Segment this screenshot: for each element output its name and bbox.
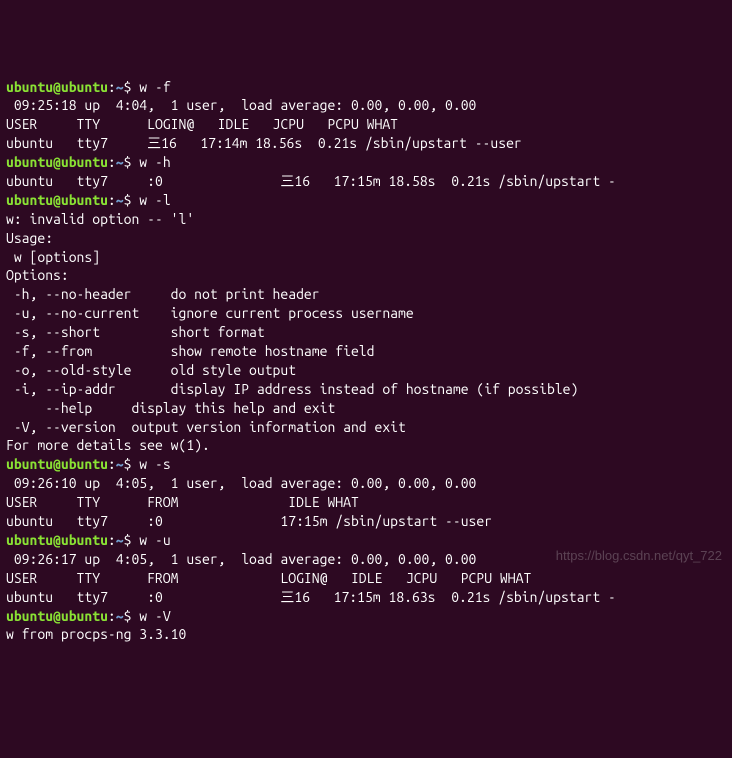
prompt-user-host: ubuntu@ubuntu	[6, 532, 108, 548]
output-line: w [options]	[6, 248, 726, 267]
command-line: ubuntu@ubuntu:~$ w -V	[6, 607, 726, 626]
output-line: 09:25:18 up 4:04, 1 user, load average: …	[6, 96, 726, 115]
watermark-text: https://blog.csdn.net/qyt_722	[556, 547, 722, 565]
prompt-path: ~	[116, 532, 124, 548]
output-line: ubuntu tty7 :0 三16 17:15m 18.58s 0.21s /…	[6, 172, 726, 191]
command-line: ubuntu@ubuntu:~$ w -l	[6, 191, 726, 210]
command-line: ubuntu@ubuntu:~$ w -s	[6, 455, 726, 474]
output-line: --help display this help and exit	[6, 399, 726, 418]
prompt-separator: :	[108, 79, 116, 95]
output-line: -V, --version output version information…	[6, 418, 726, 437]
command-text: w -V	[139, 608, 170, 624]
output-line: 09:26:10 up 4:05, 1 user, load average: …	[6, 474, 726, 493]
command-text: w -u	[139, 532, 170, 548]
output-line: USER TTY LOGIN@ IDLE JCPU PCPU WHAT	[6, 115, 726, 134]
prompt-user-host: ubuntu@ubuntu	[6, 456, 108, 472]
command-text: w -h	[139, 154, 170, 170]
prompt-dollar: $	[124, 192, 140, 208]
prompt-path: ~	[116, 154, 124, 170]
prompt-separator: :	[108, 154, 116, 170]
prompt-dollar: $	[124, 456, 140, 472]
prompt-separator: :	[108, 532, 116, 548]
output-line: ubuntu tty7 :0 17:15m /sbin/upstart --us…	[6, 512, 726, 531]
output-line: -o, --old-style old style output	[6, 361, 726, 380]
prompt-path: ~	[116, 192, 124, 208]
output-line: USER TTY FROM IDLE WHAT	[6, 493, 726, 512]
output-line: For more details see w(1).	[6, 436, 726, 455]
prompt-dollar: $	[124, 532, 140, 548]
prompt-separator: :	[108, 608, 116, 624]
output-line: w from procps-ng 3.3.10	[6, 625, 726, 644]
command-text: w -l	[139, 192, 170, 208]
prompt-user-host: ubuntu@ubuntu	[6, 192, 108, 208]
command-text: w -s	[139, 456, 170, 472]
output-line: -f, --from show remote hostname field	[6, 342, 726, 361]
output-line: Usage:	[6, 229, 726, 248]
prompt-separator: :	[108, 192, 116, 208]
prompt-dollar: $	[124, 154, 140, 170]
output-line: -h, --no-header do not print header	[6, 285, 726, 304]
command-line: ubuntu@ubuntu:~$ w -h	[6, 153, 726, 172]
output-line: -u, --no-current ignore current process …	[6, 304, 726, 323]
command-text: w -f	[139, 79, 170, 95]
prompt-user-host: ubuntu@ubuntu	[6, 608, 108, 624]
prompt-dollar: $	[124, 608, 140, 624]
output-line: -i, --ip-addr display IP address instead…	[6, 380, 726, 399]
output-line: ubuntu tty7 三16 17:14m 18.56s 0.21s /sbi…	[6, 134, 726, 153]
prompt-path: ~	[116, 79, 124, 95]
prompt-path: ~	[116, 456, 124, 472]
prompt-dollar: $	[124, 79, 140, 95]
prompt-separator: :	[108, 456, 116, 472]
prompt-user-host: ubuntu@ubuntu	[6, 79, 108, 95]
output-line: USER TTY FROM LOGIN@ IDLE JCPU PCPU WHAT	[6, 569, 726, 588]
output-line: ubuntu tty7 :0 三16 17:15m 18.63s 0.21s /…	[6, 588, 726, 607]
command-line: ubuntu@ubuntu:~$ w -f	[6, 78, 726, 97]
output-line: -s, --short short format	[6, 323, 726, 342]
prompt-user-host: ubuntu@ubuntu	[6, 154, 108, 170]
prompt-path: ~	[116, 608, 124, 624]
output-line: w: invalid option -- 'l'	[6, 210, 726, 229]
output-line: Options:	[6, 266, 726, 285]
